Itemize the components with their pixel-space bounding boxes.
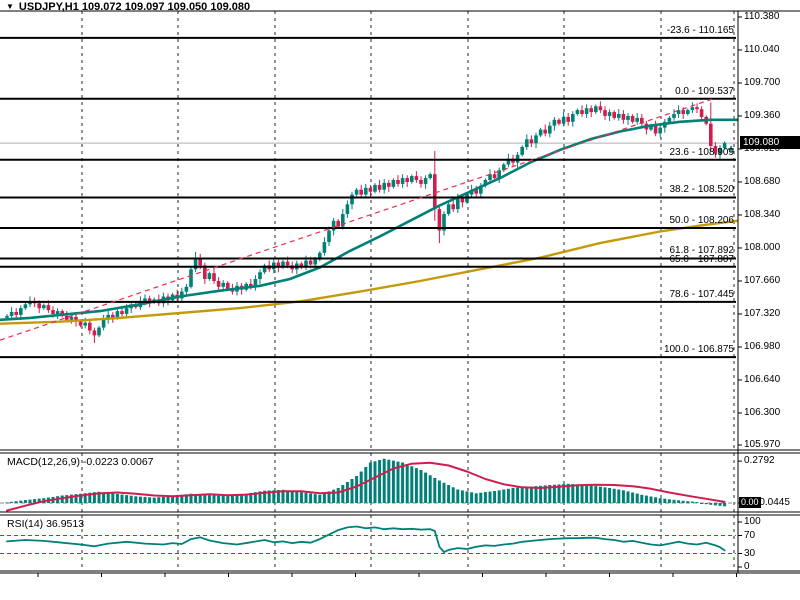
candles-layer — [5, 101, 726, 343]
symbol-dropdown-arrow-icon[interactable]: ▼ — [6, 2, 14, 11]
chart-title: ▼ USDJPY,H1 109.072 109.097 109.050 109.0… — [6, 1, 250, 13]
fib-level-label: 100.0 - 106.875 — [664, 344, 734, 355]
fib-level-label: 0.0 - 109.537 — [675, 86, 734, 97]
fib-level-label: 65.0 - 107.807 — [670, 254, 735, 265]
fib-level-label: 38.2 - 108.520 — [670, 184, 735, 195]
fib-level-label: 78.6 - 107.445 — [670, 289, 735, 300]
fib-level-label: 23.6 - 108.909 — [670, 147, 735, 158]
rsi-indicator-label: RSI(14) 36.9513 — [7, 518, 84, 530]
rsi-line — [7, 527, 725, 553]
price-axis[interactable] — [738, 11, 800, 572]
rsi-level-lines — [0, 536, 736, 554]
time-axis[interactable]: 18 Apr 201818 Apr 20:0019 Apr 12:0020 Ap… — [0, 573, 800, 600]
macd-indicator-label: MACD(12,26,9) -0.0223 0.0067 — [7, 456, 154, 468]
mt4-chart-window: ▼ USDJPY,H1 109.072 109.097 109.050 109.0… — [0, 0, 800, 600]
chart-title-text: USDJPY,H1 109.072 109.097 109.050 109.08… — [19, 1, 250, 13]
fib-level-label: -23.6 - 110.165 — [667, 25, 734, 36]
trendline — [0, 99, 713, 340]
fib-level-label: 50.0 - 108.206 — [670, 215, 735, 226]
